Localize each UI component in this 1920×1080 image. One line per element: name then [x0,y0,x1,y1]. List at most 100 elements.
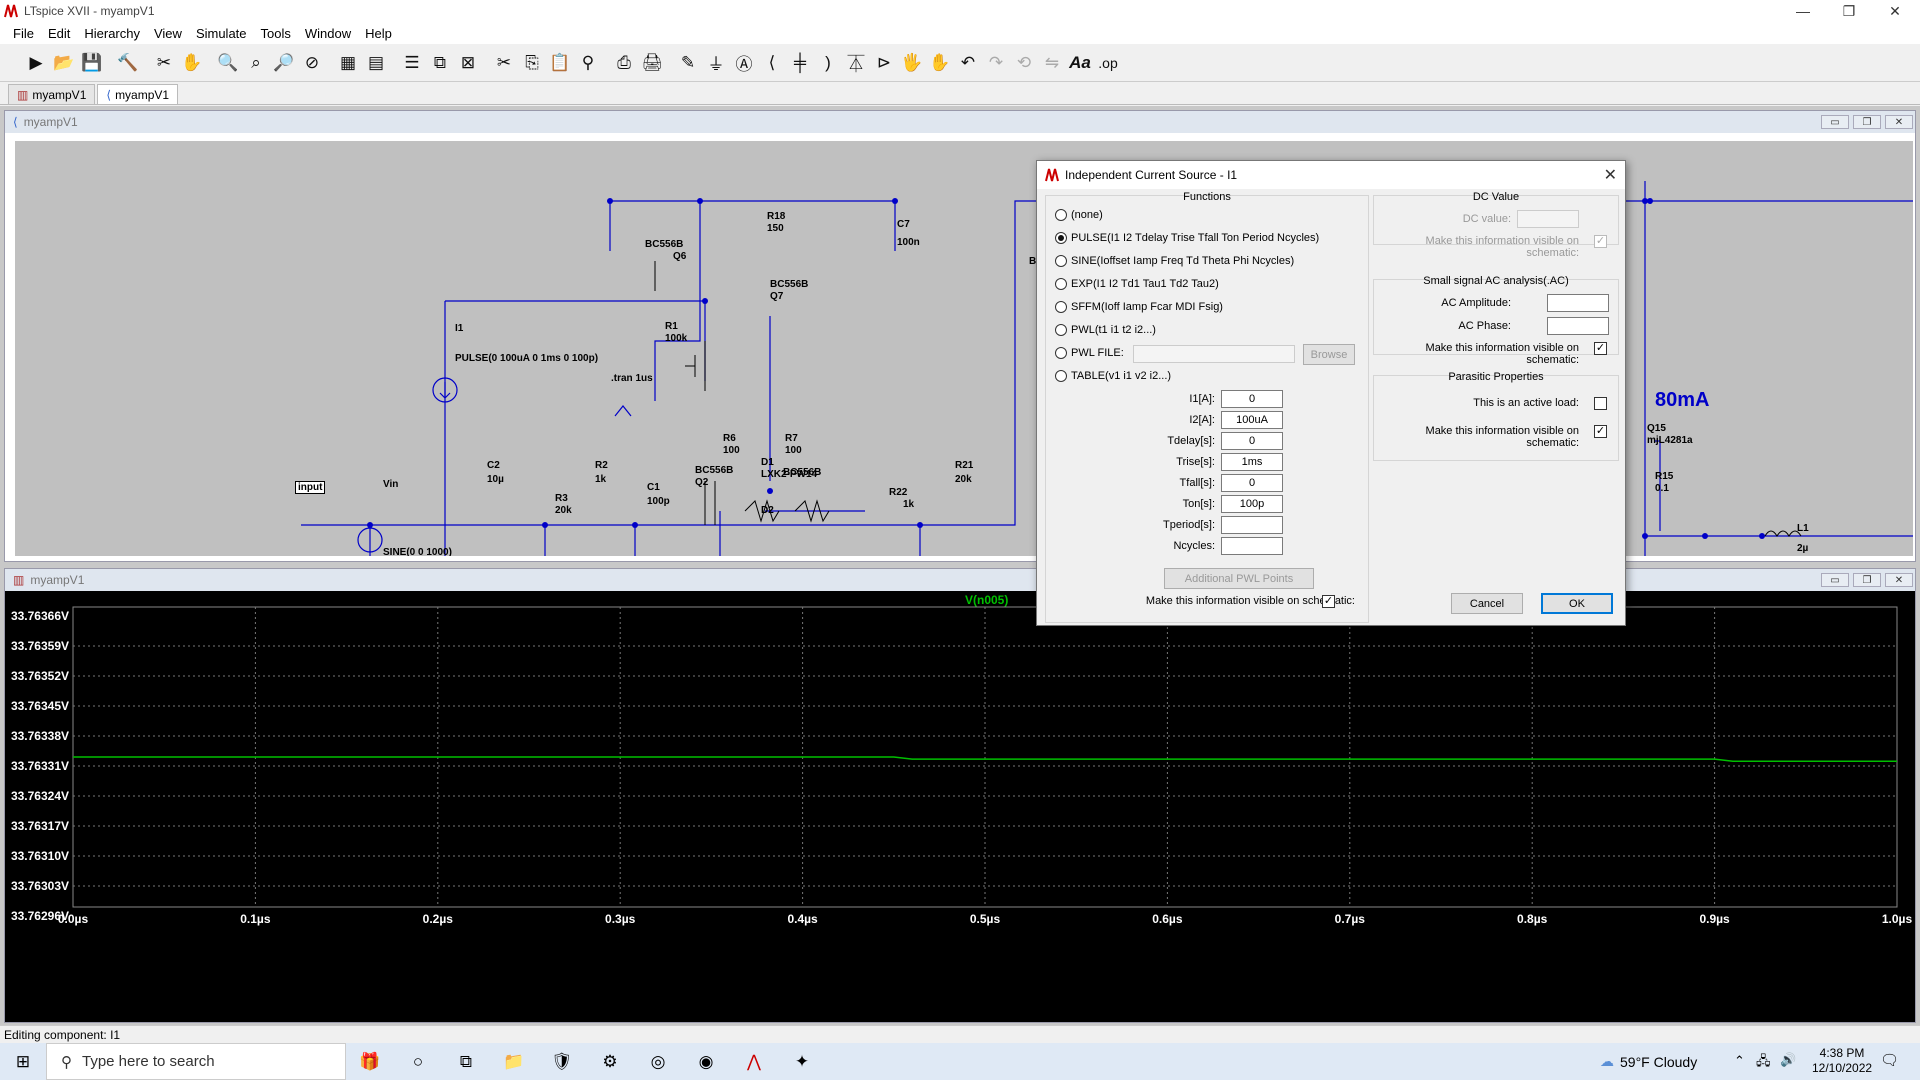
ac-phase-input[interactable] [1547,317,1609,335]
move-icon[interactable]: 🖐 [898,49,926,77]
radio-button[interactable] [1055,255,1067,267]
zoom-out-icon[interactable]: 🔎 [270,49,298,77]
mirror-icon[interactable]: ⇋ [1038,49,1066,77]
radio-button[interactable] [1055,209,1067,221]
brave-icon[interactable]: 🛡 [538,1043,586,1080]
restore-icon[interactable]: ❐ [1826,0,1872,22]
function-pwl[interactable]: PWL(t1 i1 t2 i2...) [1055,324,1156,336]
taskbar-search[interactable]: ⚲ Type here to search [46,1043,346,1080]
ground-icon[interactable]: ⏚ [702,49,730,77]
menu-edit[interactable]: Edit [41,26,77,41]
radio-button[interactable] [1055,370,1067,382]
function-pulse[interactable]: PULSE(I1 I2 Tdelay Trise Tfall Ton Perio… [1055,232,1319,244]
minimize-icon[interactable]: — [1780,0,1826,22]
text-icon[interactable]: Aa [1066,49,1094,77]
ltspice-taskbar-icon[interactable]: ⋀ [730,1043,778,1080]
windows-start-icon[interactable]: ⊞ [0,1043,46,1080]
news-widget-icon[interactable]: 🎁 [346,1043,394,1080]
menu-tools[interactable]: Tools [254,26,298,41]
network-icon[interactable]: 🖧 [1756,1052,1771,1074]
tab-schematic[interactable]: ⟨ myampV1 [97,84,179,104]
ok-button[interactable]: OK [1541,593,1613,614]
weather-widget[interactable]: ☁ 59°F Cloudy [1600,1043,1697,1080]
label-icon[interactable]: Ⓐ [730,49,758,77]
ton-input[interactable]: 100p [1221,495,1283,513]
wire-icon[interactable]: ✎ [674,49,702,77]
active-load-checkbox[interactable] [1594,397,1607,410]
menu-simulate[interactable]: Simulate [189,26,254,41]
tray-chevron-icon[interactable]: ⌃ [1734,1053,1745,1069]
cut-icon[interactable]: ✂ [490,49,518,77]
zoom-box-icon[interactable]: ⌕ [242,49,270,77]
ncycles-input[interactable] [1221,537,1283,555]
task-view-icon[interactable]: ⧉ [442,1043,490,1080]
inductor-icon[interactable]: ) [814,49,842,77]
i1-input[interactable]: 0 [1221,390,1283,408]
resistor-icon[interactable]: ⟨ [758,49,786,77]
clock[interactable]: 4:38 PM 12/10/2022 [1812,1046,1872,1076]
halt-icon[interactable]: ✂ [150,49,178,77]
spice-directive-icon[interactable]: .op [1094,49,1122,77]
run-icon[interactable]: ▶ [22,49,50,77]
dc-value-input[interactable] [1517,210,1579,228]
function-pwl-file[interactable]: PWL FILE: [1055,347,1124,359]
tile-icon[interactable]: ☰ [398,49,426,77]
tab-waveform[interactable]: ▥ myampV1 [8,84,96,104]
ac-visible-checkbox[interactable]: ✓ [1594,342,1607,355]
control-panel-icon[interactable]: 🔨 [114,49,142,77]
waveform-plot-area[interactable]: 0.0µs 0.1µs 0.2µs 0.3µs 0.4µs 0.5µs 0.6µs 0.7µs… [5,591,1915,1022]
component-icon[interactable]: ⊳ [870,49,898,77]
minimize-icon[interactable]: ▭ [1821,115,1849,129]
radio-button[interactable] [1055,324,1067,336]
zoom-fit-icon[interactable]: ⊘ [298,49,326,77]
cancel-button[interactable]: Cancel [1451,593,1523,614]
diode-icon[interactable]: ⏄ [842,49,870,77]
tran-directive[interactable]: .tran 1us [611,373,653,384]
print-preview-icon[interactable]: 🖨 [638,49,666,77]
cascade-icon[interactable]: ⧉ [426,49,454,77]
function-none[interactable]: (none) [1055,209,1103,221]
app-taskbar-icon[interactable]: ✦ [778,1043,826,1080]
schematic-canvas[interactable]: BC556B Q6 R18 150 C7 100n BC556B Q7 R1 100k I… [15,141,1913,556]
drag-icon[interactable]: ✋ [926,49,954,77]
dc-visible-checkbox[interactable]: ✓ [1594,235,1607,248]
input-net-label[interactable]: input [295,481,326,494]
pan-icon[interactable]: ✋ [178,49,206,77]
close-icon[interactable]: ✕ [1885,115,1913,129]
close-icon[interactable]: ✕ [1604,165,1617,185]
radio-button[interactable] [1055,278,1067,290]
close-all-icon[interactable]: ⊠ [454,49,482,77]
open-icon[interactable]: 📂 [50,49,78,77]
trace-name[interactable]: V(n005) [965,593,1008,607]
chrome-icon[interactable]: ◉ [682,1043,730,1080]
radio-button[interactable] [1055,301,1067,313]
browse-button[interactable]: Browse [1303,344,1355,365]
radio-button[interactable] [1055,347,1067,359]
i2-input[interactable]: 100uA [1221,411,1283,429]
close-icon[interactable]: ✕ [1872,0,1918,22]
cortana-icon[interactable]: ○ [394,1043,442,1080]
media-icon[interactable]: ◎ [634,1043,682,1080]
trise-input[interactable]: 1ms [1221,453,1283,471]
print-icon[interactable]: ⎙ [610,49,638,77]
tperiod-input[interactable] [1221,516,1283,534]
volume-icon[interactable]: 🔊 [1780,1052,1796,1068]
settings-icon[interactable]: ⚙ [586,1043,634,1080]
minimize-icon[interactable]: ▭ [1821,573,1849,587]
function-sine[interactable]: SINE(Ioffset Iamp Freq Td Theta Phi Ncyc… [1055,255,1294,267]
tdelay-input[interactable]: 0 [1221,432,1283,450]
menu-file[interactable]: File [6,26,41,41]
function-table[interactable]: TABLE(v1 i1 v2 i2...) [1055,370,1171,382]
close-icon[interactable]: ✕ [1885,573,1913,587]
function-exp[interactable]: EXP(I1 I2 Td1 Tau1 Td2 Tau2) [1055,278,1219,290]
additional-pwl-button[interactable]: Additional PWL Points [1164,568,1314,589]
zoom-in-icon[interactable]: 🔍 [214,49,242,77]
function-sffm[interactable]: SFFM(Ioff Iamp Fcar MDI Fsig) [1055,301,1223,313]
functions-visible-checkbox[interactable]: ✓ [1322,595,1335,608]
waveform-icon[interactable]: ▦ [334,49,362,77]
menu-view[interactable]: View [147,26,189,41]
find-icon[interactable]: ⚲ [574,49,602,77]
ac-amplitude-input[interactable] [1547,294,1609,312]
rotate-icon[interactable]: ⟲ [1010,49,1038,77]
save-icon[interactable]: 💾 [78,49,106,77]
